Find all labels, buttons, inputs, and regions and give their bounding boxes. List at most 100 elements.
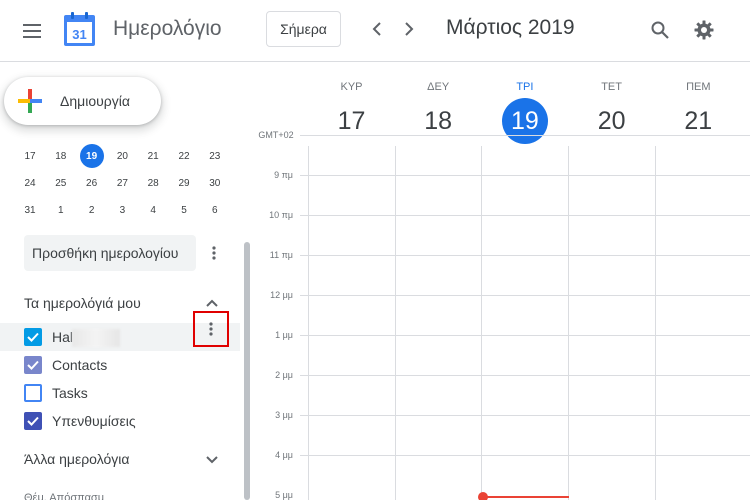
mini-calendar-day[interactable]: 26 [80, 171, 104, 195]
hour-label: 11 πμ [269, 250, 293, 260]
hour-label: 3 μμ [275, 410, 293, 420]
week-grid: GMT+02 ΚΥΡ 17 ΔΕΥ 18 ΤΡΙ 19 ΤΕΤ 20 ΠΕΜ 21 9 πμ 10 π… [253, 62, 750, 500]
mini-calendar-week: 17 18 19 20 21 22 23 [14, 144, 244, 168]
hour-label: 10 πμ [269, 210, 293, 220]
colored-plus-icon [18, 89, 42, 113]
calendar-checkbox[interactable] [24, 412, 42, 430]
day-number[interactable]: 21 [675, 98, 721, 144]
hour-gridline [300, 255, 750, 256]
next-week-button[interactable] [393, 13, 425, 45]
column-divider [308, 146, 309, 500]
other-calendars-heading[interactable]: Άλλα ημερολόγια [24, 451, 129, 467]
hour-gridline [300, 335, 750, 336]
chevron-right-icon [405, 22, 414, 36]
day-number[interactable]: 19 [501, 98, 548, 144]
mini-calendar-day[interactable]: 3 [110, 198, 134, 222]
hour-gridline [300, 175, 750, 176]
hour-gridline [300, 415, 750, 416]
add-calendar-more-button[interactable] [202, 241, 226, 265]
mini-calendar-day[interactable]: 28 [141, 171, 165, 195]
previous-week-button[interactable] [361, 13, 393, 45]
calendar-item-reminders[interactable]: Υπενθυμίσεις [0, 407, 240, 435]
search-button[interactable] [642, 12, 678, 48]
mini-calendar-day[interactable]: 24 [18, 171, 42, 195]
mini-calendar-day[interactable]: 31 [18, 198, 42, 222]
svg-text:31: 31 [72, 27, 86, 42]
day-of-week-label: ΤΕΤ [601, 81, 622, 93]
hour-gridline [300, 135, 750, 136]
calendar-logo-icon: 31 [64, 12, 95, 46]
top-bar: 31 Ημερολόγιο Σήμερα Μάρτιος 2019 [0, 0, 750, 62]
hour-label: 2 μμ [275, 370, 293, 380]
other-calendar-partial-item: Θέμ. Απόσπασμ [24, 492, 105, 500]
add-calendar-field[interactable]: Προσθήκη ημερολογίου [24, 235, 196, 271]
create-button-label: Δημιουργία [60, 93, 130, 109]
sidebar-scrollbar[interactable] [244, 242, 250, 500]
calendar-name: Hal [52, 329, 74, 345]
mini-calendar-day[interactable]: 2 [80, 198, 104, 222]
mini-calendar-day[interactable]: 30 [203, 171, 227, 195]
current-month-title: Μάρτιος 2019 [446, 16, 575, 39]
hour-label: 1 μμ [275, 330, 293, 340]
hour-label: 9 πμ [274, 170, 293, 180]
app-title: Ημερολόγιο [113, 17, 222, 40]
sidebar: Δημιουργία 17 18 19 20 21 22 23 24 25 26 27 28 29 30 3… [0, 62, 253, 500]
day-column-header: ΠΕΜ 21 [655, 62, 742, 142]
chevron-up-icon [206, 299, 218, 307]
hour-gridline [300, 455, 750, 456]
calendar-item-contacts[interactable]: Contacts [0, 351, 240, 379]
hour-label: 5 μμ [275, 490, 293, 500]
day-number[interactable]: 17 [329, 98, 375, 144]
hour-gridline [300, 215, 750, 216]
mini-calendar-day[interactable]: 25 [49, 171, 73, 195]
mini-calendar-day[interactable]: 27 [110, 171, 134, 195]
mini-calendar-week: 31 1 2 3 4 5 6 [14, 198, 244, 222]
mini-calendar-day[interactable]: 4 [141, 198, 165, 222]
my-calendars-heading[interactable]: Τα ημερολόγιά μου [24, 295, 141, 311]
mini-calendar-day[interactable]: 29 [172, 171, 196, 195]
column-divider [654, 146, 656, 500]
hour-gridline [300, 375, 750, 376]
checkmark-icon [27, 332, 39, 342]
column-divider [394, 146, 396, 500]
main-menu-button[interactable] [14, 13, 50, 49]
hamburger-menu-icon [23, 24, 41, 38]
day-column-header: ΤΕΤ 20 [568, 62, 655, 142]
calendar-logo[interactable]: 31 [64, 12, 95, 46]
calendar-name: Contacts [52, 357, 108, 373]
column-divider [568, 146, 570, 500]
timezone-label: GMT+02 [258, 130, 294, 140]
settings-button[interactable] [686, 12, 722, 48]
mini-calendar-week: 24 25 26 27 28 29 30 [14, 171, 244, 195]
gear-icon [694, 20, 714, 40]
calendar-checkbox[interactable] [24, 328, 42, 346]
mini-calendar-day[interactable]: 19 [79, 144, 104, 168]
today-button[interactable]: Σήμερα [266, 11, 341, 47]
mini-calendar-day[interactable]: 22 [172, 144, 196, 168]
mini-calendar-day[interactable]: 21 [141, 144, 165, 168]
calendar-item-tasks[interactable]: Tasks [0, 379, 240, 407]
search-icon [651, 21, 669, 39]
vertical-dots-icon [212, 246, 216, 260]
calendar-checkbox[interactable] [24, 356, 42, 374]
day-number[interactable]: 20 [589, 98, 635, 144]
expand-other-calendars-button[interactable] [200, 448, 224, 472]
day-of-week-label: ΚΥΡ [340, 81, 363, 93]
mini-calendar-day[interactable]: 18 [49, 144, 73, 168]
mini-calendar-day[interactable]: 5 [172, 198, 196, 222]
day-column-header: ΚΥΡ 17 [308, 62, 395, 142]
calendar-checkbox[interactable] [24, 384, 42, 402]
create-button[interactable]: Δημιουργία [4, 77, 161, 125]
redacted-text [72, 329, 120, 347]
hour-label: 4 μμ [275, 450, 293, 460]
mini-calendar-day[interactable]: 6 [203, 198, 227, 222]
day-number[interactable]: 18 [415, 98, 461, 144]
calendar-options-button[interactable] [193, 311, 229, 347]
mini-calendar-day[interactable]: 20 [110, 144, 134, 168]
mini-calendar-day[interactable]: 1 [49, 198, 73, 222]
day-column-header: ΤΡΙ 19 [481, 62, 568, 144]
calendar-app: 31 Ημερολόγιο Σήμερα Μάρτιος 2019 Δημιου… [0, 0, 750, 500]
hour-gridline [300, 295, 750, 296]
mini-calendar-day[interactable]: 17 [18, 144, 42, 168]
mini-calendar-day[interactable]: 23 [203, 144, 227, 168]
